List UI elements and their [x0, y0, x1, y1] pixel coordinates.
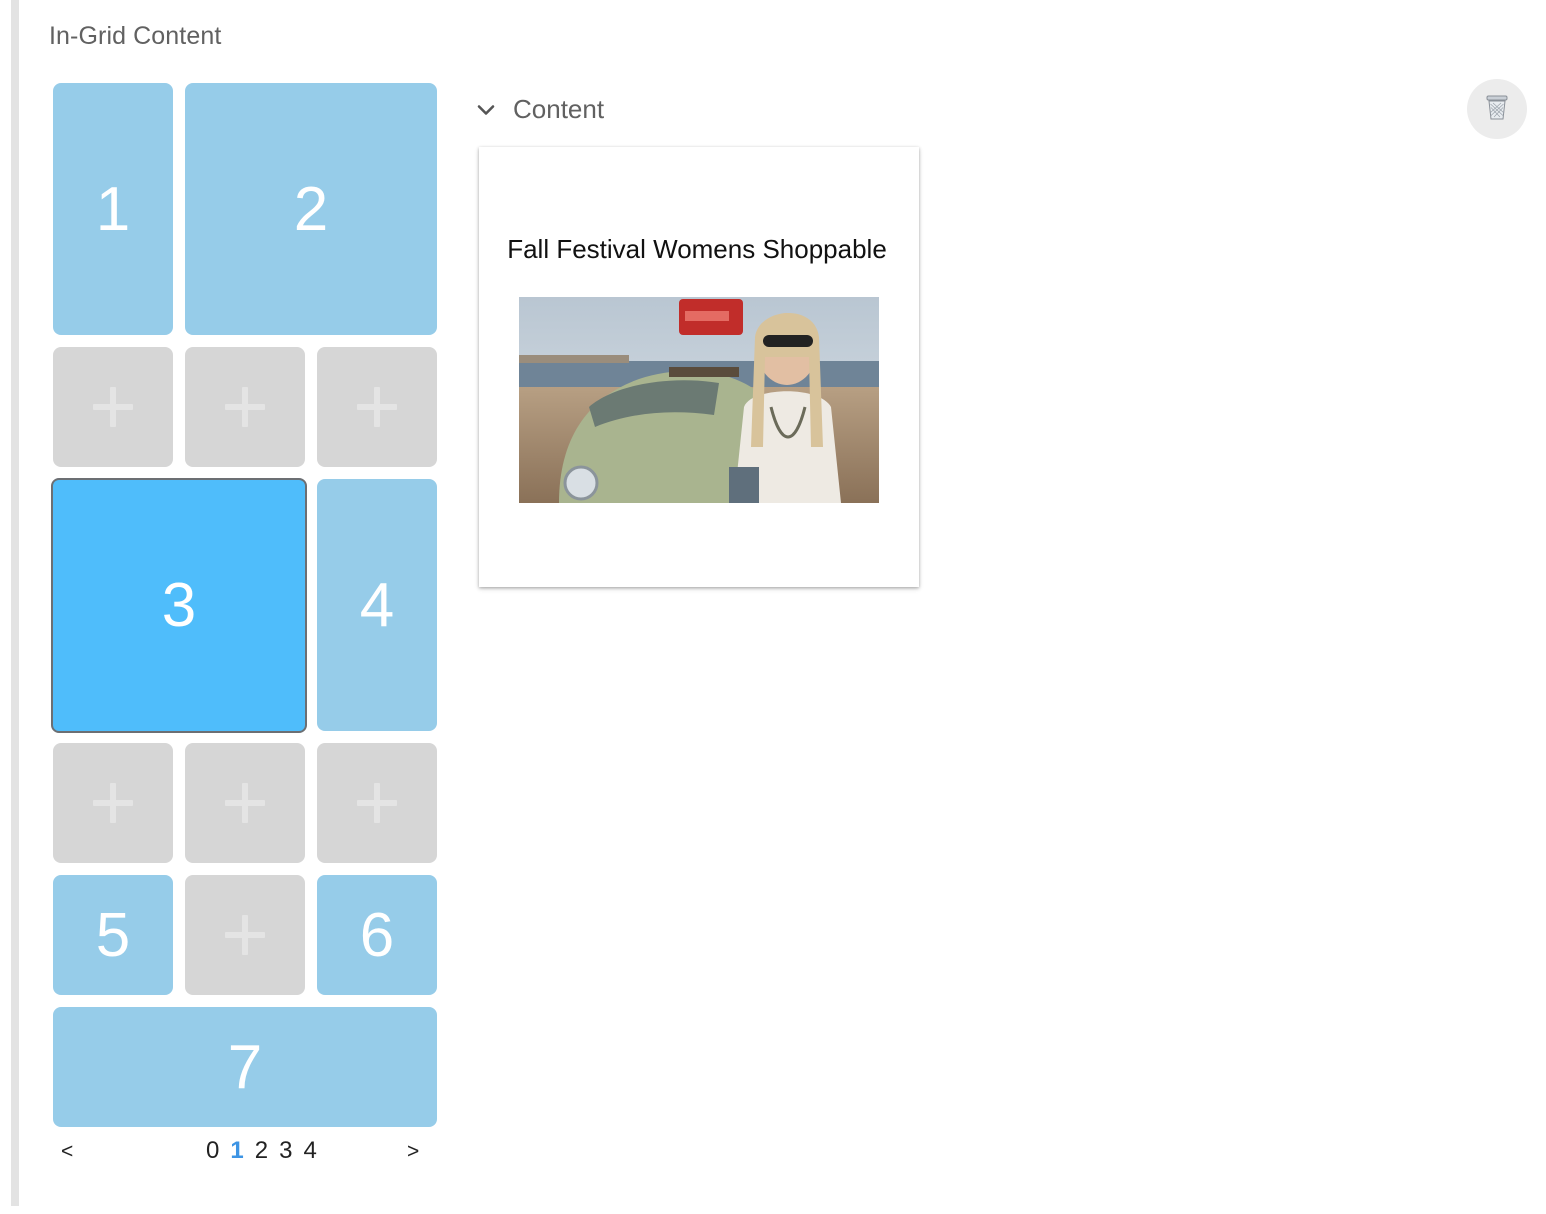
plus-icon — [93, 387, 133, 427]
plus-icon — [357, 783, 397, 823]
left-border — [11, 0, 19, 1206]
grid-tile-2[interactable]: 2 — [185, 83, 437, 335]
page-link-current[interactable]: 1 — [230, 1137, 243, 1165]
tile-number: 4 — [359, 570, 395, 640]
tile-number: 5 — [95, 900, 131, 970]
tile-number: 1 — [95, 174, 131, 244]
plus-icon — [357, 387, 397, 427]
grid-tile-3-selected[interactable]: 3 — [51, 478, 307, 733]
grid-tile-4[interactable]: 4 — [317, 479, 437, 731]
plus-icon — [225, 783, 265, 823]
page-link[interactable]: 2 — [255, 1137, 268, 1165]
page-link[interactable]: 4 — [303, 1137, 316, 1165]
content-card[interactable]: Fall Festival Womens Shoppable — [479, 147, 919, 587]
page-link[interactable]: 0 — [206, 1137, 219, 1165]
add-tile-button[interactable] — [53, 743, 173, 863]
add-tile-button[interactable] — [317, 347, 437, 467]
delete-button[interactable] — [1467, 79, 1527, 139]
content-section-label: Content — [513, 94, 605, 124]
tile-number: 3 — [161, 571, 197, 640]
tile-number: 6 — [359, 900, 395, 970]
grid-tile-1[interactable]: 1 — [53, 83, 173, 335]
plus-icon — [225, 387, 265, 427]
grid-tile-6[interactable]: 6 — [317, 875, 437, 995]
plus-icon — [93, 783, 133, 823]
add-tile-button[interactable] — [185, 875, 305, 995]
tile-number: 7 — [227, 1032, 263, 1102]
grid-tile-5[interactable]: 5 — [53, 875, 173, 995]
grid-tile-7[interactable]: 7 — [53, 1007, 437, 1127]
page-link[interactable]: 3 — [279, 1137, 292, 1165]
card-image — [519, 297, 879, 503]
trash-icon — [1482, 92, 1512, 127]
prev-page-button[interactable]: < — [61, 1140, 73, 1164]
card-title: Fall Festival Womens Shoppable — [507, 234, 887, 264]
next-page-button[interactable]: > — [407, 1140, 419, 1164]
section-title: In-Grid Content — [49, 22, 222, 50]
content-section-toggle[interactable]: Content — [474, 94, 604, 125]
plus-icon — [225, 915, 265, 955]
chevron-down-icon — [474, 98, 498, 122]
tile-number: 2 — [293, 174, 329, 244]
pagination: < 0 1 2 3 4 > — [52, 1136, 437, 1168]
page-list: 0 1 2 3 4 — [206, 1137, 317, 1165]
add-tile-button[interactable] — [317, 743, 437, 863]
add-tile-button[interactable] — [53, 347, 173, 467]
add-tile-button[interactable] — [185, 743, 305, 863]
add-tile-button[interactable] — [185, 347, 305, 467]
